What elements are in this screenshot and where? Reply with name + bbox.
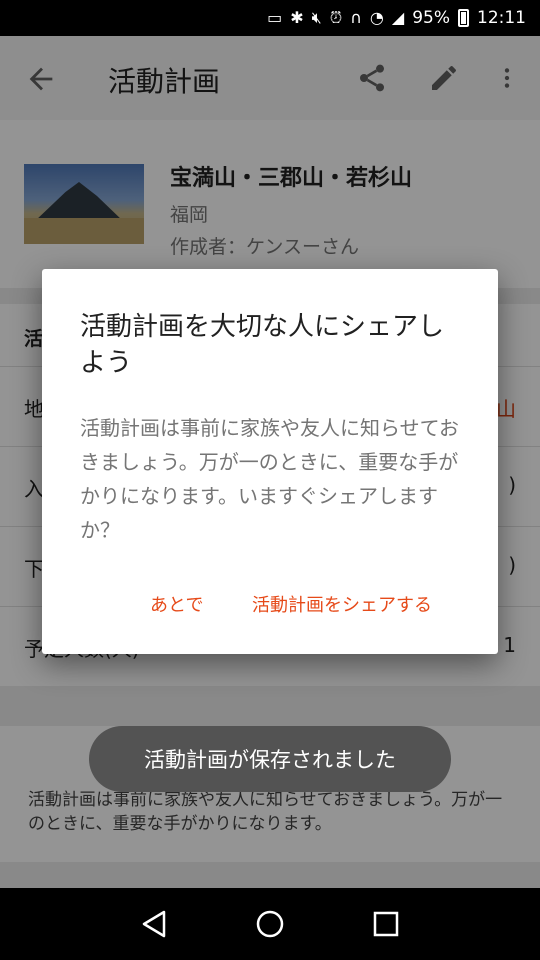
nav-back-icon[interactable] bbox=[136, 906, 172, 942]
dialog-message: 活動計画は事前に家族や友人に知らせておきましょう。万が一のときに、重要な手がかり… bbox=[80, 416, 459, 542]
cast-icon: ▭ bbox=[267, 8, 283, 27]
dialog-title: 活動計画を大切な人にシェアしよう bbox=[80, 312, 445, 378]
share-dialog: 活動計画を大切な人にシェアしよう 活動計画は事前に家族や友人に知らせておきましょ… bbox=[42, 269, 498, 654]
mute-icon: 🔇︎ bbox=[311, 8, 322, 27]
later-button[interactable]: あとで bbox=[150, 591, 203, 617]
bluetooth-icon: ✱ bbox=[290, 8, 304, 27]
share-plan-button[interactable]: 活動計画をシェアする bbox=[252, 591, 432, 617]
status-bar: ▭ ✱ 🔇︎ ⏰︎ ∩ ◔ ◢ 95% 12:11 bbox=[0, 0, 540, 36]
system-nav-bar bbox=[0, 888, 540, 960]
battery-icon bbox=[458, 9, 469, 27]
saved-toast: 活動計画が保存されました bbox=[89, 726, 451, 792]
wifi-icon: ◔ bbox=[369, 8, 384, 27]
nav-recents-icon[interactable] bbox=[368, 906, 404, 942]
battery-percent: 95% bbox=[412, 8, 450, 28]
headset-icon: ∩ bbox=[350, 8, 362, 27]
nav-home-icon[interactable] bbox=[252, 906, 288, 942]
signal-icon: ◢ bbox=[391, 8, 405, 27]
clock: 12:11 bbox=[477, 8, 526, 28]
alarm-icon: ⏰︎ bbox=[329, 8, 343, 27]
